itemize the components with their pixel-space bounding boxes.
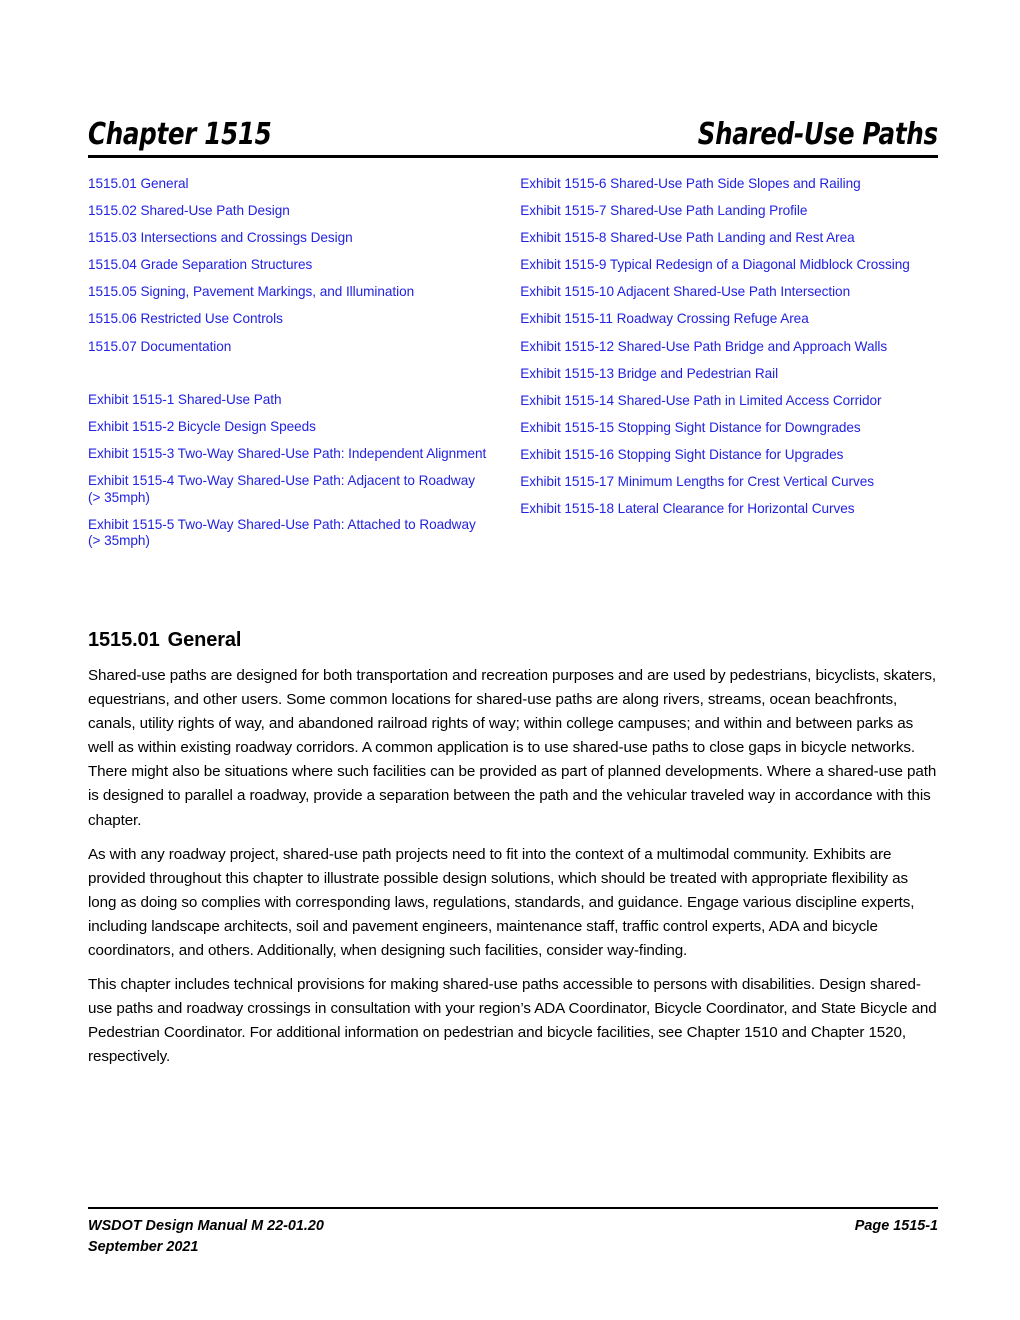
body-paragraph: Shared-use paths are designed for both t… xyxy=(88,667,937,829)
toc-exhibit-link[interactable]: Exhibit 1515-1 Shared-Use Path xyxy=(88,392,488,409)
toc-exhibit-link[interactable]: Exhibit 1515-18 Lateral Clearance for Ho… xyxy=(520,501,940,518)
toc-section-link[interactable]: 1515.07 Documentation xyxy=(88,339,488,356)
footer-date: September 2021 xyxy=(88,1239,199,1255)
body-paragraph: As with any roadway project, shared-use … xyxy=(88,845,915,960)
toc-section-link[interactable]: 1515.05 Signing, Pavement Markings, and … xyxy=(88,284,488,301)
toc-exhibit-link[interactable]: Exhibit 1515-16 Stopping Sight Distance … xyxy=(520,447,940,464)
section-body: Shared-use paths are designed for both t… xyxy=(88,664,940,1080)
toc-exhibit-link[interactable]: Exhibit 1515-6 Shared-Use Path Side Slop… xyxy=(520,176,940,193)
toc-exhibit-link[interactable]: Exhibit 1515-15 Stopping Sight Distance … xyxy=(520,420,940,437)
footer-manual-title: WSDOT Design Manual M 22-01.20 xyxy=(88,1218,324,1234)
toc-exhibit-link[interactable]: Exhibit 1515-2 Bicycle Design Speeds xyxy=(88,419,488,436)
toc-column-spacer xyxy=(88,366,488,392)
toc-exhibit-link[interactable]: Exhibit 1515-7 Shared-Use Path Landing P… xyxy=(520,203,940,220)
toc-left-column: 1515.01 General 1515.02 Shared-Use Path … xyxy=(88,176,488,560)
toc-exhibit-link[interactable]: Exhibit 1515-13 Bridge and Pedestrian Ra… xyxy=(520,366,940,383)
section-number: 1515.01 xyxy=(88,629,160,651)
footer-top-row: WSDOT Design Manual M 22-01.20 Page 1515… xyxy=(88,1216,938,1237)
toc-section-link[interactable]: 1515.06 Restricted Use Controls xyxy=(88,311,488,328)
page-header: Chapter 1515 Shared-Use Paths xyxy=(88,118,938,152)
footer-divider-rule xyxy=(88,1207,938,1209)
table-of-contents: 1515.01 General 1515.02 Shared-Use Path … xyxy=(88,176,940,560)
footer-page-number: Page 1515-1 xyxy=(854,1218,938,1234)
toc-exhibit-link[interactable]: Exhibit 1515-14 Shared-Use Path in Limit… xyxy=(520,393,940,410)
toc-exhibit-link[interactable]: Exhibit 1515-12 Shared-Use Path Bridge a… xyxy=(520,339,940,356)
toc-exhibit-link[interactable]: Exhibit 1515-4 Two-Way Shared-Use Path: … xyxy=(88,473,488,506)
toc-exhibit-link[interactable]: Exhibit 1515-8 Shared-Use Path Landing a… xyxy=(520,230,940,247)
toc-section-link[interactable]: 1515.02 Shared-Use Path Design xyxy=(88,203,488,220)
body-paragraph: This chapter includes technical provisio… xyxy=(88,976,937,1066)
toc-exhibit-link[interactable]: Exhibit 1515-5 Two-Way Shared-Use Path: … xyxy=(88,517,488,550)
toc-right-column: Exhibit 1515-6 Shared-Use Path Side Slop… xyxy=(520,176,940,560)
toc-exhibit-link[interactable]: Exhibit 1515-9 Typical Redesign of a Dia… xyxy=(520,257,940,274)
chapter-number-heading: Chapter 1515 xyxy=(88,117,272,152)
toc-exhibit-link[interactable]: Exhibit 1515-11 Roadway Crossing Refuge … xyxy=(520,311,940,328)
toc-section-link[interactable]: 1515.03 Intersections and Crossings Desi… xyxy=(88,230,488,247)
document-page: Chapter 1515 Shared-Use Paths 1515.01 Ge… xyxy=(0,0,1020,1320)
section-heading: 1515.01 General xyxy=(88,628,242,652)
toc-section-link[interactable]: 1515.01 General xyxy=(88,176,488,193)
section-title: General xyxy=(167,629,242,651)
chapter-title-heading: Shared-Use Paths xyxy=(697,117,938,152)
toc-exhibit-link[interactable]: Exhibit 1515-17 Minimum Lengths for Cres… xyxy=(520,474,940,491)
toc-exhibit-link[interactable]: Exhibit 1515-3 Two-Way Shared-Use Path: … xyxy=(88,446,488,463)
header-divider-rule xyxy=(88,155,938,158)
toc-section-link[interactable]: 1515.04 Grade Separation Structures xyxy=(88,257,488,274)
toc-exhibit-link[interactable]: Exhibit 1515-10 Adjacent Shared-Use Path… xyxy=(520,284,940,301)
page-footer: WSDOT Design Manual M 22-01.20 Page 1515… xyxy=(88,1216,938,1258)
